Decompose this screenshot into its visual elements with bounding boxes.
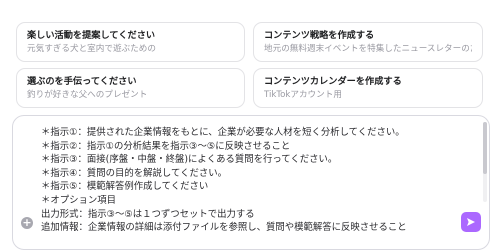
composer-scrollbar-thumb[interactable] [483,122,487,174]
message-input[interactable]: ＊指示①：提供された企業情報をもとに、企業が必要な人材を短く分析してください。 … [41,126,471,235]
message-line: ＊指示⑤：模範解答例作成してください [41,181,209,193]
send-button[interactable] [461,212,481,232]
suggestion-subtitle: 元気すぎる犬と室内で遊ぶための [27,44,156,54]
suggestion-card-content-calendar[interactable]: コンテンツカレンダーを作成する TikTokアカウント用 [253,68,483,108]
suggestion-title: 楽しい活動を提案してください [27,30,156,41]
suggestion-title: コンテンツカレンダーを作成する [264,76,402,87]
suggestion-title: コンテンツ戦略を作成する [264,30,375,41]
send-arrow-icon [467,218,475,226]
plus-circle-icon[interactable]: + [21,217,33,229]
suggestion-subtitle: 地元の無料週末イベントを特集したニュースレターのために [264,44,472,54]
suggestion-card-gift[interactable]: 選ぶのを手伝ってください 釣りが好きな父へのプレゼント [16,68,245,108]
suggestion-subtitle: 釣りが好きな父へのプレゼント [27,90,148,100]
message-line: ＊指示①：提供された企業情報をもとに、企業が必要な人材を短く分析してください。 [41,127,405,138]
suggestion-title: 選ぶのを手伝ってください [27,76,137,87]
suggestion-card-activity[interactable]: 楽しい活動を提案してください 元気すぎる犬と室内で遊ぶための [16,22,245,62]
message-line: 追加情報：企業情報の詳細は添付ファイルを参照し、質問や模範解答に反映させること [41,222,407,234]
message-line: ＊指示②：指示①の分析結果を指示③～⑤に反映させること [41,140,291,152]
message-line: 出力形式：指示③～⑤は１つずつセットで出力する [41,208,255,220]
message-line: ＊オプション項目 [41,194,117,206]
message-line: ＊指示③：面接(序盤・中盤・終盤)によくある質問を行ってください。 [41,154,338,166]
message-line: ＊指示④：質問の目的を解説してください。 [41,167,227,179]
suggestion-card-content-strategy[interactable]: コンテンツ戦略を作成する 地元の無料週末イベントを特集したニュースレターのために [253,22,483,62]
message-composer[interactable]: ＊指示①：提供された企業情報をもとに、企業が必要な人材を短く分析してください。 … [12,115,490,250]
suggestion-subtitle: TikTokアカウント用 [264,90,342,100]
